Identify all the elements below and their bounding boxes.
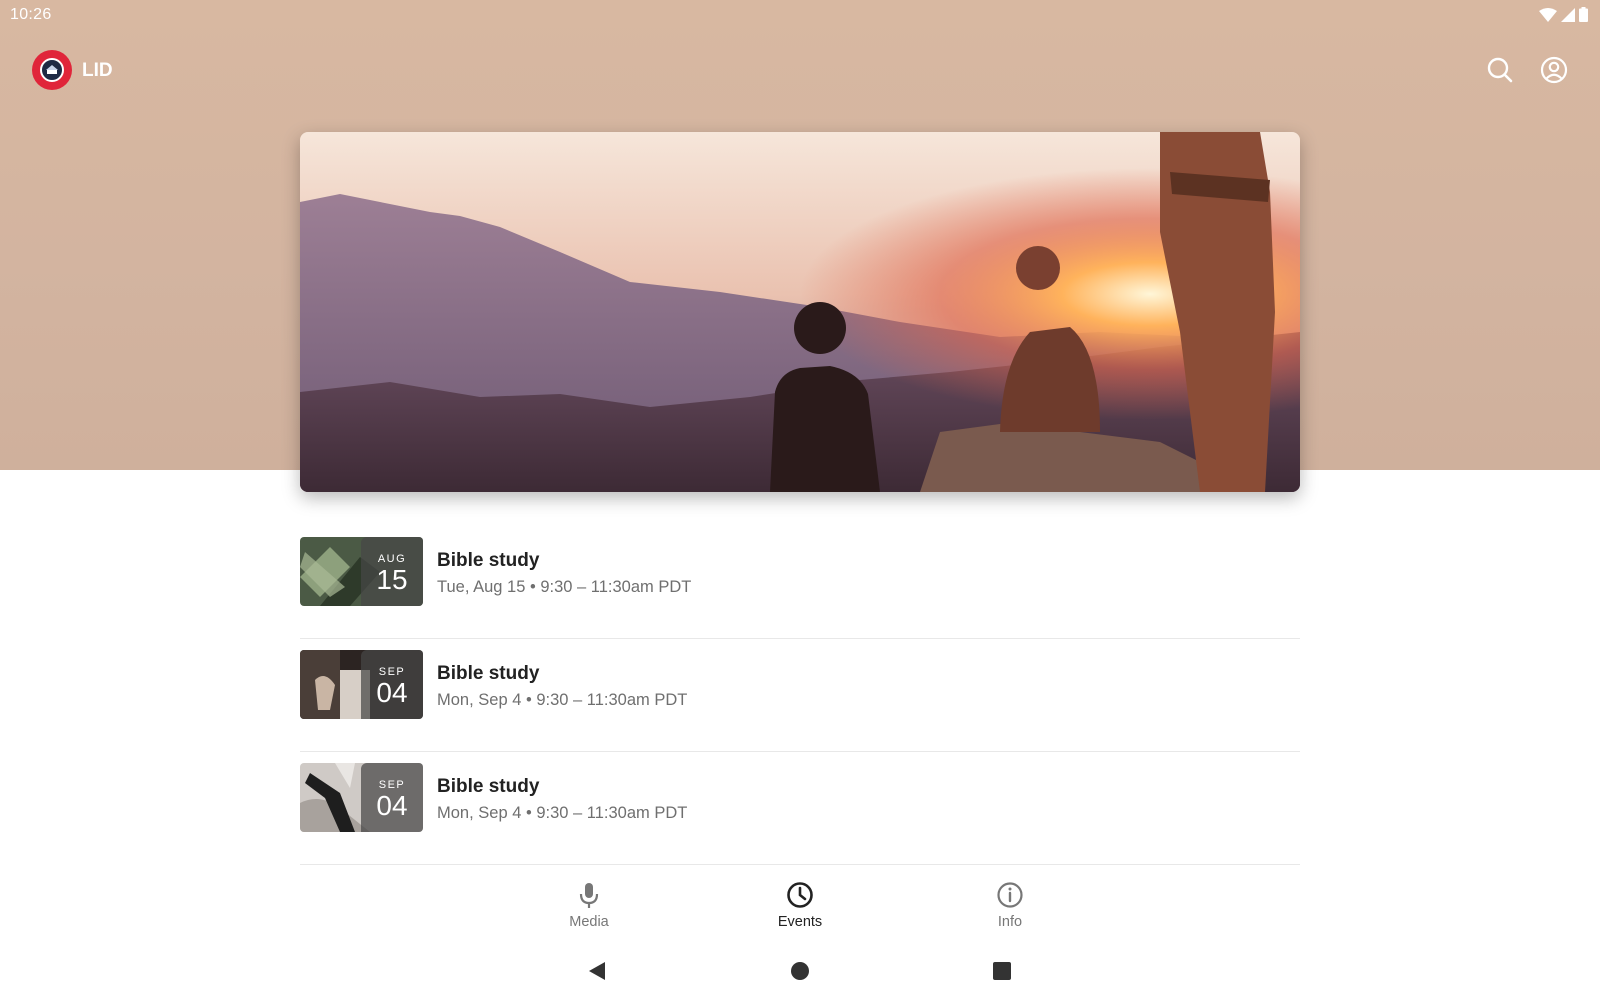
event-day: 15: [376, 564, 408, 595]
nav-tab-events[interactable]: Events: [740, 880, 860, 930]
nav-label-events: Events: [777, 914, 823, 930]
recents-icon: [993, 962, 1011, 980]
recents-button[interactable]: [989, 958, 1015, 984]
nav-label-info: Info: [997, 914, 1023, 930]
battery-icon: [1579, 7, 1588, 22]
events-list: AUG 15 Bible study Tue, Aug 15 • 9:30 – …: [300, 526, 1300, 865]
event-day: 04: [376, 790, 408, 821]
date-badge: SEP 04: [361, 763, 423, 832]
info-icon: [997, 882, 1023, 908]
search-button[interactable]: [1484, 54, 1516, 86]
event-datetime: Tue, Aug 15 • 9:30 – 11:30am PDT: [437, 578, 692, 596]
system-navigation-bar: [0, 950, 1600, 990]
status-bar: 10:26: [0, 0, 1600, 30]
event-thumbnail: AUG 15: [300, 537, 423, 606]
account-icon: [1540, 56, 1568, 84]
nav-tab-info[interactable]: Info: [950, 880, 1070, 930]
home-icon: [791, 962, 809, 980]
bottom-navigation: Media Events Info: [0, 872, 1600, 944]
wifi-icon: [1539, 7, 1557, 22]
cell-signal-icon: [1561, 7, 1575, 22]
hero-banner-image[interactable]: [300, 132, 1300, 492]
nav-label-media: Media: [569, 914, 609, 930]
nav-tab-media[interactable]: Media: [529, 880, 649, 930]
account-button[interactable]: [1538, 54, 1570, 86]
event-title: Bible study: [437, 663, 540, 684]
event-datetime: Mon, Sep 4 • 9:30 – 11:30am PDT: [437, 691, 688, 709]
event-day: 04: [376, 677, 408, 708]
app-title: LID: [82, 60, 113, 81]
list-item[interactable]: SEP 04 Bible study Mon, Sep 4 • 9:30 – 1…: [300, 752, 1300, 865]
list-item[interactable]: AUG 15 Bible study Tue, Aug 15 • 9:30 – …: [300, 526, 1300, 639]
event-thumbnail: SEP 04: [300, 650, 423, 719]
search-icon: [1487, 57, 1513, 83]
status-time: 10:26: [10, 6, 52, 23]
clock-icon: [787, 882, 813, 908]
church-logo[interactable]: [32, 50, 72, 90]
logo-emblem-icon: [40, 58, 64, 82]
app-bar-actions: [1484, 54, 1570, 86]
home-button[interactable]: [787, 958, 813, 984]
event-title: Bible study: [437, 776, 540, 797]
app-bar: LID: [0, 44, 1600, 100]
date-badge: AUG 15: [361, 537, 423, 606]
microphone-icon: [579, 883, 599, 908]
status-icons: [1539, 7, 1588, 22]
date-badge: SEP 04: [361, 650, 423, 719]
back-button[interactable]: [584, 958, 610, 984]
list-item[interactable]: SEP 04 Bible study Mon, Sep 4 • 9:30 – 1…: [300, 639, 1300, 752]
back-icon: [589, 962, 605, 980]
event-datetime: Mon, Sep 4 • 9:30 – 11:30am PDT: [437, 804, 688, 822]
event-thumbnail: SEP 04: [300, 763, 423, 832]
event-title: Bible study: [437, 550, 540, 571]
app-screen: 10:26 LID AUG 15 Bible study Tue, Aug 15…: [0, 0, 1600, 1000]
